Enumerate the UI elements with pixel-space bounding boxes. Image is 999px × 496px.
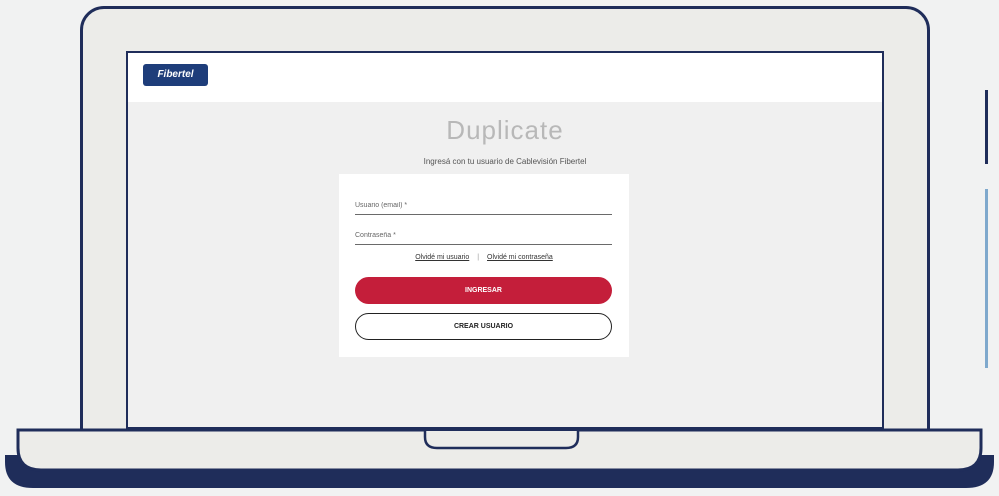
laptop-notch — [423, 431, 580, 450]
laptop-base — [5, 428, 994, 488]
